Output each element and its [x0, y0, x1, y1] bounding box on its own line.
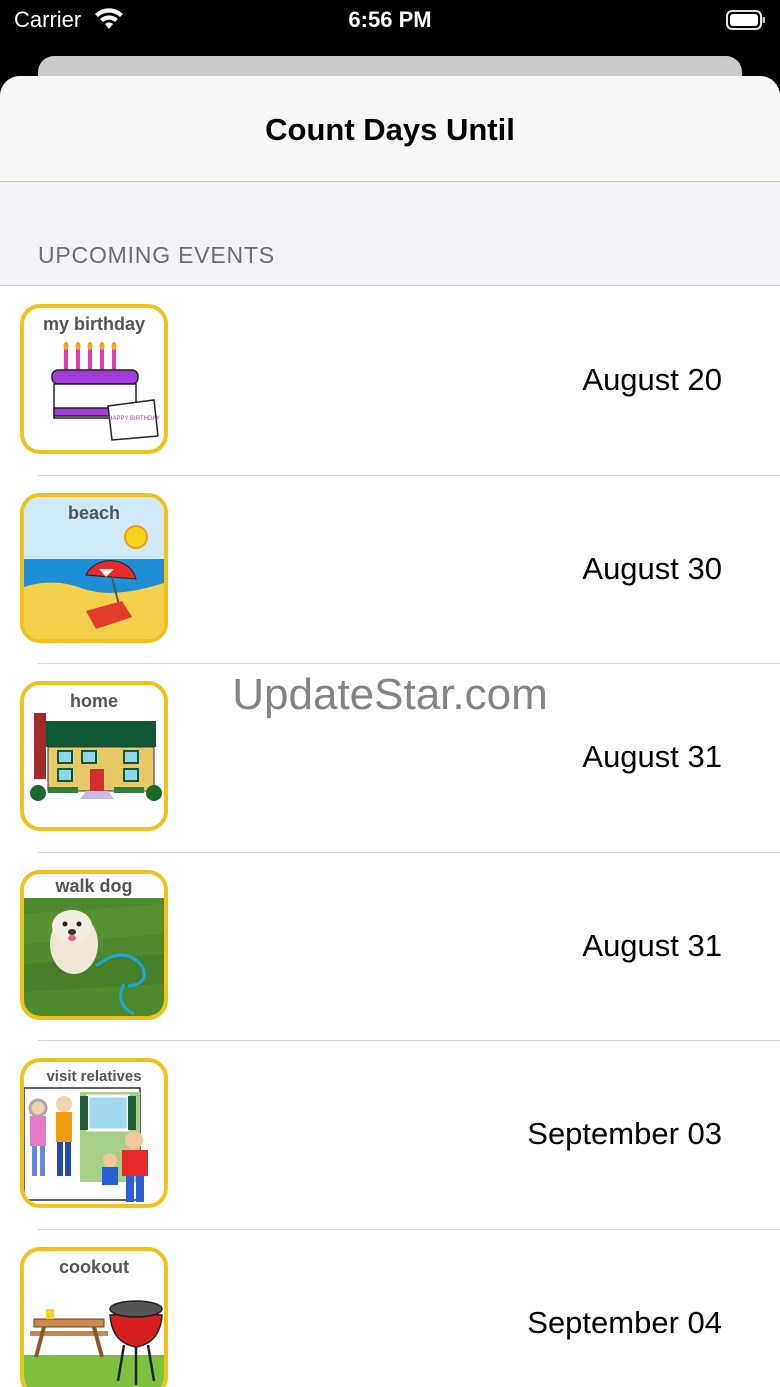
card-text: HAPPY BIRTHDAY [108, 416, 160, 422]
event-date: August 31 [582, 739, 722, 775]
event-row-beach[interactable]: beach August 30 [0, 474, 780, 663]
event-date: September 04 [527, 1304, 722, 1340]
event-row-walk-dog[interactable]: walk dog August 31 [0, 851, 780, 1040]
event-row-visit-relatives[interactable]: visit relatives September 03 [0, 1040, 780, 1229]
section-header: UPCOMING EVENTS [0, 182, 780, 286]
relatives-icon: visit relatives [20, 1058, 168, 1208]
dog-photo: walk dog [20, 869, 168, 1020]
event-row-home[interactable]: home August 31 [0, 663, 780, 852]
modal-sheet: Count Days Until UPCOMING EVENTS my birt… [0, 76, 780, 1387]
event-label: beach [67, 502, 121, 523]
event-label: my birthday [42, 314, 146, 334]
event-date: August 30 [582, 550, 722, 586]
status-bar: Carrier 6:56 PM [0, 0, 780, 46]
event-date: August 20 [582, 362, 722, 398]
house-icon: home [20, 681, 168, 831]
clock: 6:56 PM [348, 7, 432, 32]
section-title: UPCOMING EVENTS [38, 242, 275, 268]
page-title: Count Days Until [265, 111, 515, 147]
battery-icon [726, 10, 765, 30]
event-label: walk dog [24, 873, 164, 898]
events-list: my birthday HAPPY BIRTHDAY August 20 bea… [0, 286, 780, 1387]
birthday-cake-icon: my birthday HAPPY BIRTHDAY [20, 304, 168, 454]
grill-icon: cookout [20, 1246, 168, 1387]
event-label: visit relatives [46, 1068, 142, 1085]
event-label: cookout [59, 1256, 129, 1277]
navigation-bar: Count Days Until [0, 76, 780, 182]
event-label: home [69, 691, 118, 711]
event-row-cookout[interactable]: cookout September 04 [0, 1228, 780, 1387]
event-date: September 03 [527, 1116, 722, 1152]
event-row-birthday[interactable]: my birthday HAPPY BIRTHDAY August 20 [0, 286, 780, 475]
event-date: August 31 [582, 927, 722, 963]
beach-icon: beach [20, 492, 168, 643]
